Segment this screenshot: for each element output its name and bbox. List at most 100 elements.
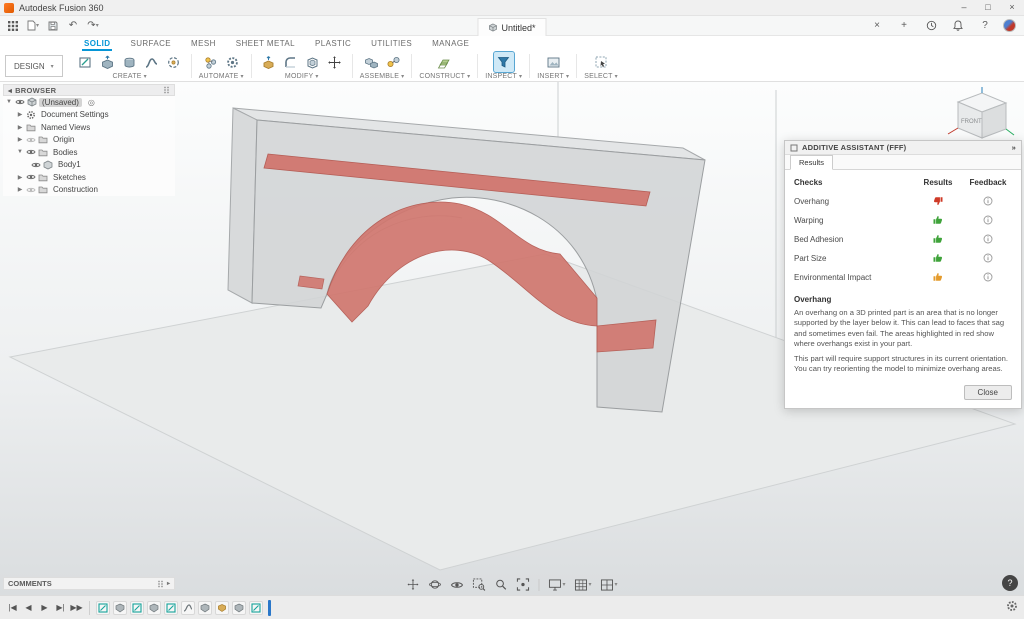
zoom-window-icon[interactable] xyxy=(472,578,485,591)
document-tab[interactable]: Untitled* xyxy=(477,18,546,36)
visibility-eye-icon[interactable] xyxy=(26,173,36,181)
viewport[interactable]: FRONT ◂ BROWSER ▼ (Unsaved) ◎ ▶ Document… xyxy=(0,82,1024,595)
expand-caret-icon[interactable]: ▶ xyxy=(16,111,24,118)
fillet-tool[interactable] xyxy=(281,52,301,72)
notifications-bell-icon[interactable] xyxy=(949,18,967,34)
timeline-skip-start-icon[interactable]: |◀ xyxy=(6,603,19,612)
automate-bot-tool[interactable] xyxy=(200,52,220,72)
timeline-play-icon[interactable]: ▶ xyxy=(38,603,51,612)
expand-caret-icon[interactable]: ▶ xyxy=(16,174,24,181)
orbit-icon[interactable] xyxy=(428,578,441,591)
file-menu-icon[interactable]: ▾ xyxy=(24,18,42,34)
timeline-position-marker[interactable] xyxy=(268,600,271,616)
timeline-feature-sketch-icon[interactable] xyxy=(130,601,144,615)
timeline-feature-modify-icon[interactable] xyxy=(215,601,229,615)
visibility-eye-icon[interactable] xyxy=(15,98,25,106)
expand-caret-icon[interactable]: ▶ xyxy=(16,124,24,131)
maximize-icon[interactable]: □ xyxy=(976,0,1000,16)
timeline-settings-gear-icon[interactable] xyxy=(1006,600,1018,615)
job-status-icon[interactable] xyxy=(922,18,940,34)
timeline-skip-end-icon[interactable]: ▶▶ xyxy=(70,603,83,612)
collapse-panel-icon[interactable]: ◂ xyxy=(8,86,12,95)
save-icon[interactable] xyxy=(44,18,62,34)
redo-icon[interactable]: ↷▾ xyxy=(84,18,102,34)
comments-panel[interactable]: COMMENTS ▸ xyxy=(3,577,175,590)
minimize-icon[interactable]: – xyxy=(952,0,976,16)
undo-icon[interactable]: ↶ xyxy=(64,18,82,34)
group-label-create[interactable]: CREATE xyxy=(113,73,142,80)
browser-header[interactable]: ◂ BROWSER xyxy=(3,84,175,96)
expand-caret-icon[interactable]: ▼ xyxy=(16,149,24,155)
configure-tool[interactable] xyxy=(222,52,242,72)
close-icon[interactable]: × xyxy=(1000,0,1024,16)
press-pull-tool[interactable] xyxy=(259,52,279,72)
construction-plane-tool[interactable] xyxy=(435,52,455,72)
info-icon[interactable] xyxy=(983,196,993,206)
expand-caret-icon[interactable]: ▼ xyxy=(5,99,13,105)
group-label-modify[interactable]: MODIFY xyxy=(285,73,313,80)
visibility-eye-icon[interactable] xyxy=(26,148,36,156)
info-icon[interactable] xyxy=(983,234,993,244)
dialog-header[interactable]: ADDITIVE ASSISTANT (FFF) » xyxy=(785,141,1021,155)
extensions-icon[interactable]: + xyxy=(895,18,913,34)
close-button[interactable]: Close xyxy=(964,385,1012,400)
sweep-tool[interactable] xyxy=(142,52,162,72)
expand-caret-icon[interactable]: ▶ xyxy=(16,136,24,143)
group-label-automate[interactable]: AUTOMATE xyxy=(199,73,239,80)
visibility-eye-icon[interactable] xyxy=(31,161,41,169)
group-label-inspect[interactable]: INSPECT xyxy=(485,73,517,80)
tab-solid[interactable]: SOLID xyxy=(82,37,112,51)
move-tool[interactable] xyxy=(325,52,345,72)
fit-view-icon[interactable] xyxy=(516,578,529,591)
coil-tool[interactable] xyxy=(164,52,184,72)
info-icon[interactable] xyxy=(983,272,993,282)
timeline-feature-sketch-icon[interactable] xyxy=(164,601,178,615)
select-tool[interactable] xyxy=(591,52,611,72)
timeline-feature-extrude-icon[interactable] xyxy=(198,601,212,615)
browser-item-root[interactable]: ▼ (Unsaved) ◎ xyxy=(3,96,175,109)
tab-sheet-metal[interactable]: SHEET METAL xyxy=(234,37,297,51)
group-label-select[interactable]: SELECT xyxy=(584,73,612,80)
browser-item-document-settings[interactable]: ▶ Document Settings xyxy=(3,109,175,122)
visibility-eye-icon[interactable] xyxy=(26,136,36,144)
close-tab-icon[interactable]: × xyxy=(868,18,886,34)
timeline-feature-extrude-icon[interactable] xyxy=(232,601,246,615)
browser-item-construction[interactable]: ▶ Construction xyxy=(3,184,175,197)
undock-panel-icon[interactable]: » xyxy=(1012,143,1016,152)
tab-utilities[interactable]: UTILITIES xyxy=(369,37,414,51)
assistant-bubble[interactable]: ? xyxy=(1002,575,1018,591)
browser-item-bodies[interactable]: ▼ Bodies xyxy=(3,146,175,159)
timeline-feature-extrude-icon[interactable] xyxy=(113,601,127,615)
help-icon[interactable]: ? xyxy=(976,18,994,34)
new-sketch-tool[interactable] xyxy=(76,52,96,72)
grid-settings-icon[interactable]: ▾ xyxy=(574,579,591,591)
additive-assistant-tool[interactable] xyxy=(494,52,514,72)
timeline-feature-sweep-icon[interactable] xyxy=(181,601,195,615)
tab-mesh[interactable]: MESH xyxy=(189,37,218,51)
revolve-tool[interactable] xyxy=(120,52,140,72)
pan-icon[interactable] xyxy=(406,578,419,591)
insert-canvas-tool[interactable] xyxy=(543,52,563,72)
display-settings-icon[interactable]: ▾ xyxy=(548,579,565,591)
grip-dots-icon[interactable] xyxy=(157,580,164,588)
group-label-assemble[interactable]: ASSEMBLE xyxy=(360,73,399,80)
activate-component-radio-icon[interactable]: ◎ xyxy=(88,98,95,107)
zoom-icon[interactable] xyxy=(494,578,507,591)
app-menu-grid-icon[interactable] xyxy=(4,18,22,34)
tab-manage[interactable]: MANAGE xyxy=(430,37,471,51)
browser-item-origin[interactable]: ▶ Origin xyxy=(3,134,175,147)
timeline-step-back-icon[interactable]: ◀ xyxy=(22,603,35,612)
visibility-eye-icon[interactable] xyxy=(26,186,36,194)
browser-item-named-views[interactable]: ▶ Named Views xyxy=(3,121,175,134)
timeline-feature-extrude-icon[interactable] xyxy=(147,601,161,615)
group-label-construct[interactable]: CONSTRUCT xyxy=(419,73,465,80)
info-icon[interactable] xyxy=(983,253,993,263)
info-icon[interactable] xyxy=(983,215,993,225)
new-component-tool[interactable] xyxy=(361,52,381,72)
shell-tool[interactable] xyxy=(303,52,323,72)
tab-surface[interactable]: SURFACE xyxy=(128,37,173,51)
multi-view-icon[interactable]: ▾ xyxy=(601,579,618,591)
expand-caret-icon[interactable]: ▶ xyxy=(16,186,24,193)
group-label-insert[interactable]: INSERT xyxy=(537,73,564,80)
tab-results[interactable]: Results xyxy=(790,155,833,170)
